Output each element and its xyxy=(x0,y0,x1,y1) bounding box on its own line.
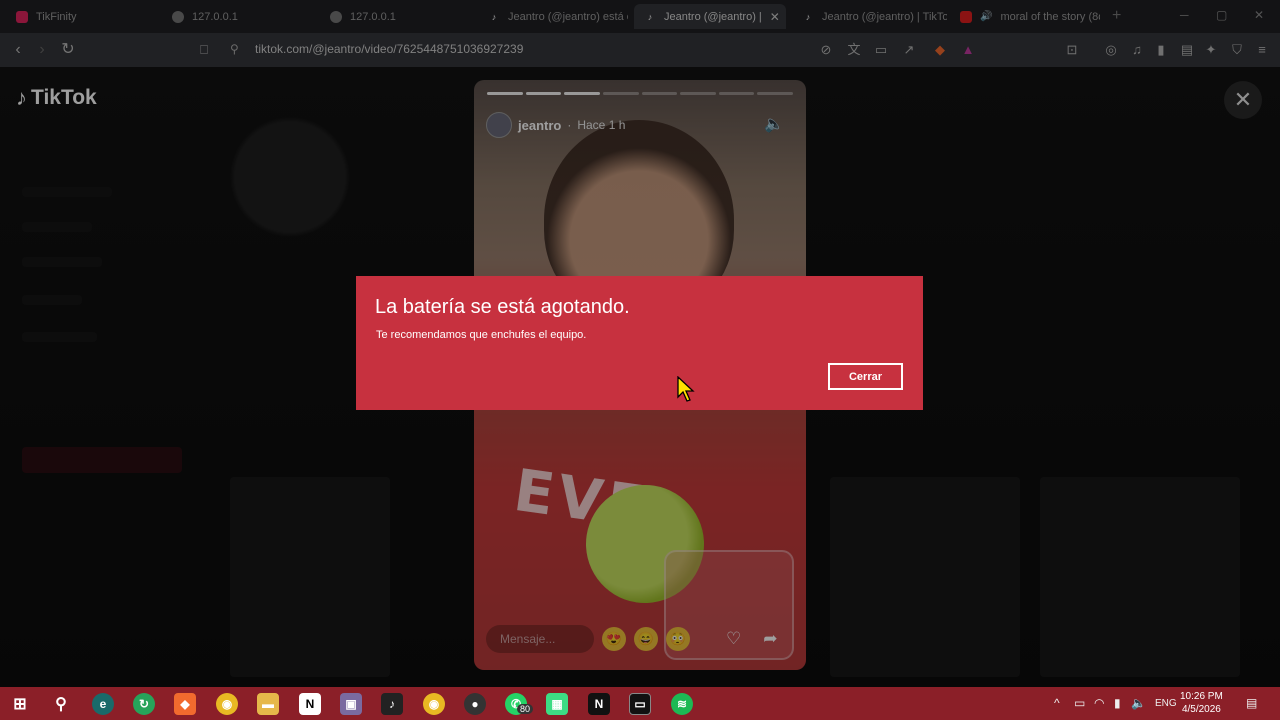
windows-start-icon[interactable]: ⊞ xyxy=(9,693,31,715)
obs-icon[interactable]: ● xyxy=(464,693,486,715)
edge-icon[interactable]: e xyxy=(92,693,114,715)
clock-time: 10:26 PM xyxy=(1180,691,1223,702)
brave-icon[interactable]: ◆ xyxy=(174,693,196,715)
spotify-icon[interactable]: ≋ xyxy=(671,693,693,715)
volume-tray-icon[interactable]: 🔈 xyxy=(1131,696,1146,710)
notion-calendar-icon[interactable]: N xyxy=(588,693,610,715)
app-icon[interactable]: ▣ xyxy=(340,693,362,715)
file-explorer-icon[interactable]: ▬ xyxy=(257,693,279,715)
mouse-cursor-icon xyxy=(677,376,695,402)
battery-notification: La batería se está agotando. Te recomend… xyxy=(356,276,923,410)
tiktok-app-icon[interactable]: ♪ xyxy=(381,693,403,715)
close-notification-button[interactable]: Cerrar xyxy=(828,363,903,390)
android-icon[interactable]: ▦ xyxy=(546,693,568,715)
notification-body: Te recomendamos que enchufes el equipo. xyxy=(376,329,587,341)
notification-title: La batería se está agotando. xyxy=(375,296,630,318)
terminal-icon[interactable]: ▭ xyxy=(629,693,651,715)
chevron-up-icon[interactable]: ^ xyxy=(1054,696,1060,710)
whatsapp-badge: 80 xyxy=(517,704,534,714)
sync-app-icon[interactable]: ↻ xyxy=(133,693,155,715)
battery-icon[interactable]: ▭ xyxy=(1074,696,1085,710)
chrome-icon[interactable]: ◉ xyxy=(216,693,238,715)
taskbar: ⊞ ⚲ e ↻ ◆ ◉ ▬ N ▣ ♪ ◉ ● ✆ 80 ▦ N ▭ ≋ ^ ▭… xyxy=(0,687,1280,720)
wifi-icon[interactable]: ◠ xyxy=(1094,696,1104,710)
notifications-icon[interactable]: ▤ xyxy=(1246,696,1257,710)
chrome-icon-2[interactable]: ◉ xyxy=(423,693,445,715)
clock-date: 4/5/2026 xyxy=(1181,704,1221,715)
notion-icon[interactable]: N xyxy=(299,693,321,715)
microphone-icon[interactable]: ▮ xyxy=(1114,696,1121,710)
clock[interactable]: 10:26 PM 4/5/2026 xyxy=(1180,690,1223,716)
language-indicator[interactable]: ENG xyxy=(1155,698,1177,709)
search-icon[interactable]: ⚲ xyxy=(50,693,72,715)
